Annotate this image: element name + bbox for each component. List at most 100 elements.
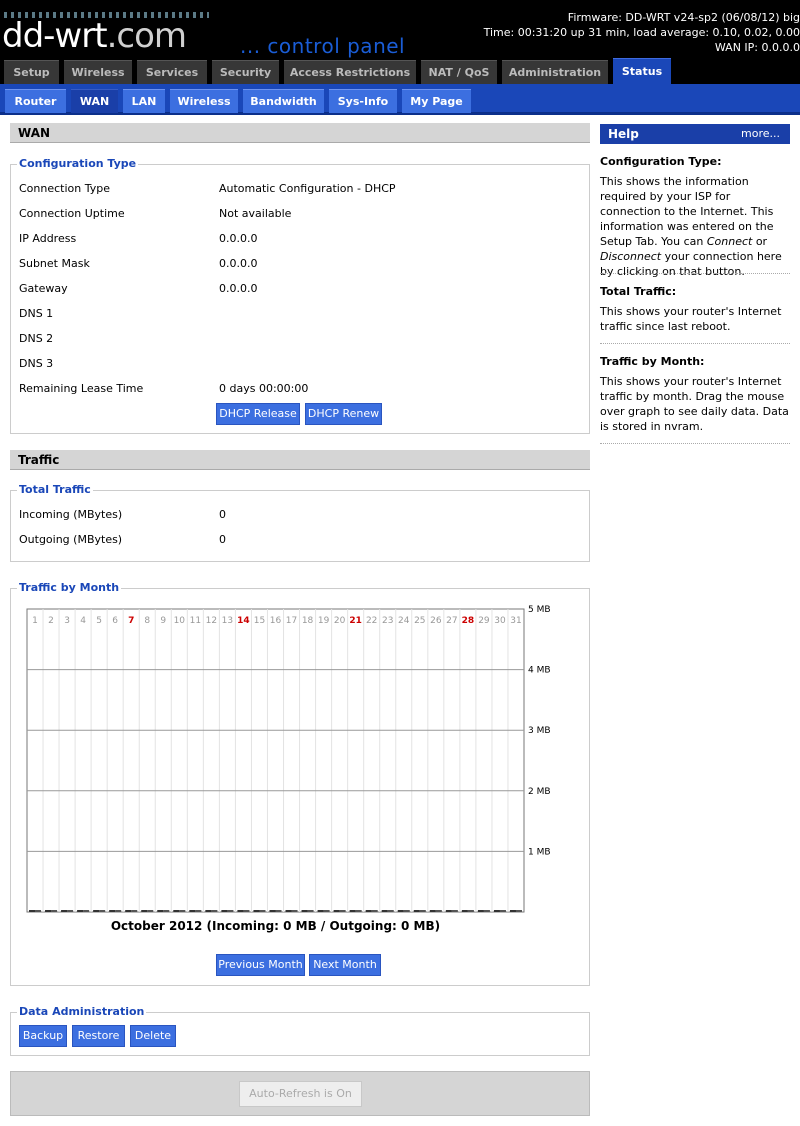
outgoing-label: Outgoing (MBytes) [19,533,123,546]
firmware-info: Firmware: DD-WRT v24-sp2 (06/08/12) big [567,11,800,24]
chart-bar-incoming [205,910,212,912]
chart-bar-outgoing [435,910,442,912]
subtab-sys-info[interactable]: Sys-Info [329,89,397,113]
chart-day-label: 30 [494,616,506,626]
wan-info-label: DNS 2 [19,332,54,345]
chart-bar-incoming [109,910,116,912]
chart-bar-outgoing [403,910,410,912]
chart-bar-outgoing [467,910,474,912]
chart-bar-incoming [173,910,180,912]
chart-bar-incoming [285,910,292,912]
dhcp-release-button[interactable]: DHCP Release [216,403,300,425]
subtab-bandwidth[interactable]: Bandwidth [243,89,324,113]
header: dd-wrt.com ... control panel Firmware: D… [0,0,800,84]
wan-info-value: 0.0.0.0 [219,232,258,245]
chart-day-label: 21 [349,616,362,626]
chart-bar-outgoing [483,910,490,912]
tab-nat-qos[interactable]: NAT / QoS [421,60,497,84]
chart-bar-outgoing [515,910,522,912]
chart-bar-outgoing [179,910,186,912]
auto-refresh-bar: Auto-Refresh is On [10,1071,590,1116]
chart-day-label: 7 [128,616,134,626]
subtab-my-page[interactable]: My Page [402,89,471,113]
chart-bar-outgoing [387,910,394,912]
subtab-lan[interactable]: LAN [123,89,165,113]
chart-day-label: 28 [462,616,475,626]
help-month-title: Traffic by Month: [600,355,705,368]
logo-com: .com [106,16,187,56]
chart-bar-incoming [237,910,244,912]
wan-info-value: 0 days 00:00:00 [219,382,309,395]
wan-info-row: DNS 1 [19,301,579,326]
chart-day-label: 13 [222,616,233,626]
wan-info-row: Subnet Mask 0.0.0.0 [19,251,579,276]
tab-wireless[interactable]: Wireless [64,60,132,84]
wan-info-label: DNS 3 [19,357,54,370]
restore-button[interactable]: Restore [72,1025,125,1047]
help-separator [600,273,790,274]
chart-bar-incoming [157,910,164,912]
chart-bar-incoming [221,910,228,912]
wan-info-value: 0.0.0.0 [219,257,258,270]
chart-bar-incoming [477,910,484,912]
chart-day-label: 27 [446,616,457,626]
outgoing-value: 0 [219,533,226,546]
total-traffic-legend: Total Traffic [17,482,93,498]
help-title: Help [608,127,639,141]
chart-bar-outgoing [291,910,298,912]
dhcp-renew-button[interactable]: DHCP Renew [305,403,382,425]
chart-day-label: 12 [206,616,217,626]
chart-bar-incoming [493,910,500,912]
next-month-button[interactable]: Next Month [309,954,381,976]
chart-day-label: 25 [414,616,425,626]
help-more-link[interactable]: more... [741,124,780,144]
wan-info-row: DNS 2 [19,326,579,351]
delete-button[interactable]: Delete [130,1025,176,1047]
chart-bar-incoming [365,910,372,912]
tab-services[interactable]: Services [137,60,207,84]
chart-day-label: 2 [48,616,54,626]
subtab-wan[interactable]: WAN [71,89,118,113]
chart-bar-outgoing [451,910,458,912]
chart-day-label: 6 [112,616,118,626]
help-config-title: Configuration Type: [600,155,722,168]
chart-day-label: 3 [64,616,70,626]
help-total-text: This shows your router's Internet traffi… [600,305,782,333]
wan-info-label: Subnet Mask [19,257,90,270]
chart-plot-area [26,608,525,913]
backup-button[interactable]: Backup [19,1025,67,1047]
tab-administration[interactable]: Administration [502,60,608,84]
chart-day-label: 15 [254,616,265,626]
chart-bar-outgoing [307,910,314,912]
chart-bar-incoming [333,910,340,912]
chart-day-label: 20 [334,616,346,626]
previous-month-button[interactable]: Previous Month [216,954,305,976]
chart-bar-incoming [445,910,452,912]
wan-info-value: Automatic Configuration - DHCP [219,182,396,195]
chart-bar-outgoing [499,910,506,912]
chart-bar-incoming [189,910,196,912]
tab-status[interactable]: Status [613,58,671,84]
chart-bar-outgoing [99,910,106,912]
tab-setup[interactable]: Setup [4,60,59,84]
chart-bar-incoming [509,910,516,912]
chart-day-label: 29 [478,616,490,626]
chart-bar-incoming [381,910,388,912]
chart-y-tick-label: 4 MB [528,666,551,676]
uptime-info: Time: 00:31:20 up 31 min, load average: … [483,26,800,39]
subtab-wireless[interactable]: Wireless [170,89,238,113]
subtab-router[interactable]: Router [5,89,66,113]
chart-bar-incoming [269,910,276,912]
tab-security[interactable]: Security [212,60,279,84]
chart-day-label: 23 [382,616,393,626]
data-administration-box: Data Administration Backup Restore Delet… [10,1004,590,1056]
chart-bar-outgoing [51,910,58,912]
traffic-chart[interactable]: 1 2 3 4 5 6 7 8 9 10 11 12 13 14 15 16 17 18 19 20 21 22 23 24 2… [11,589,589,985]
help-config-text: This shows the information required by y… [600,175,782,278]
tab-access-restrictions[interactable]: Access Restrictions [284,60,416,84]
wan-info-label: Gateway [19,282,68,295]
chart-bar-outgoing [35,910,42,912]
help-header: Help more... [600,124,790,144]
auto-refresh-button[interactable]: Auto-Refresh is On [239,1081,362,1107]
chart-day-label: 8 [144,616,150,626]
